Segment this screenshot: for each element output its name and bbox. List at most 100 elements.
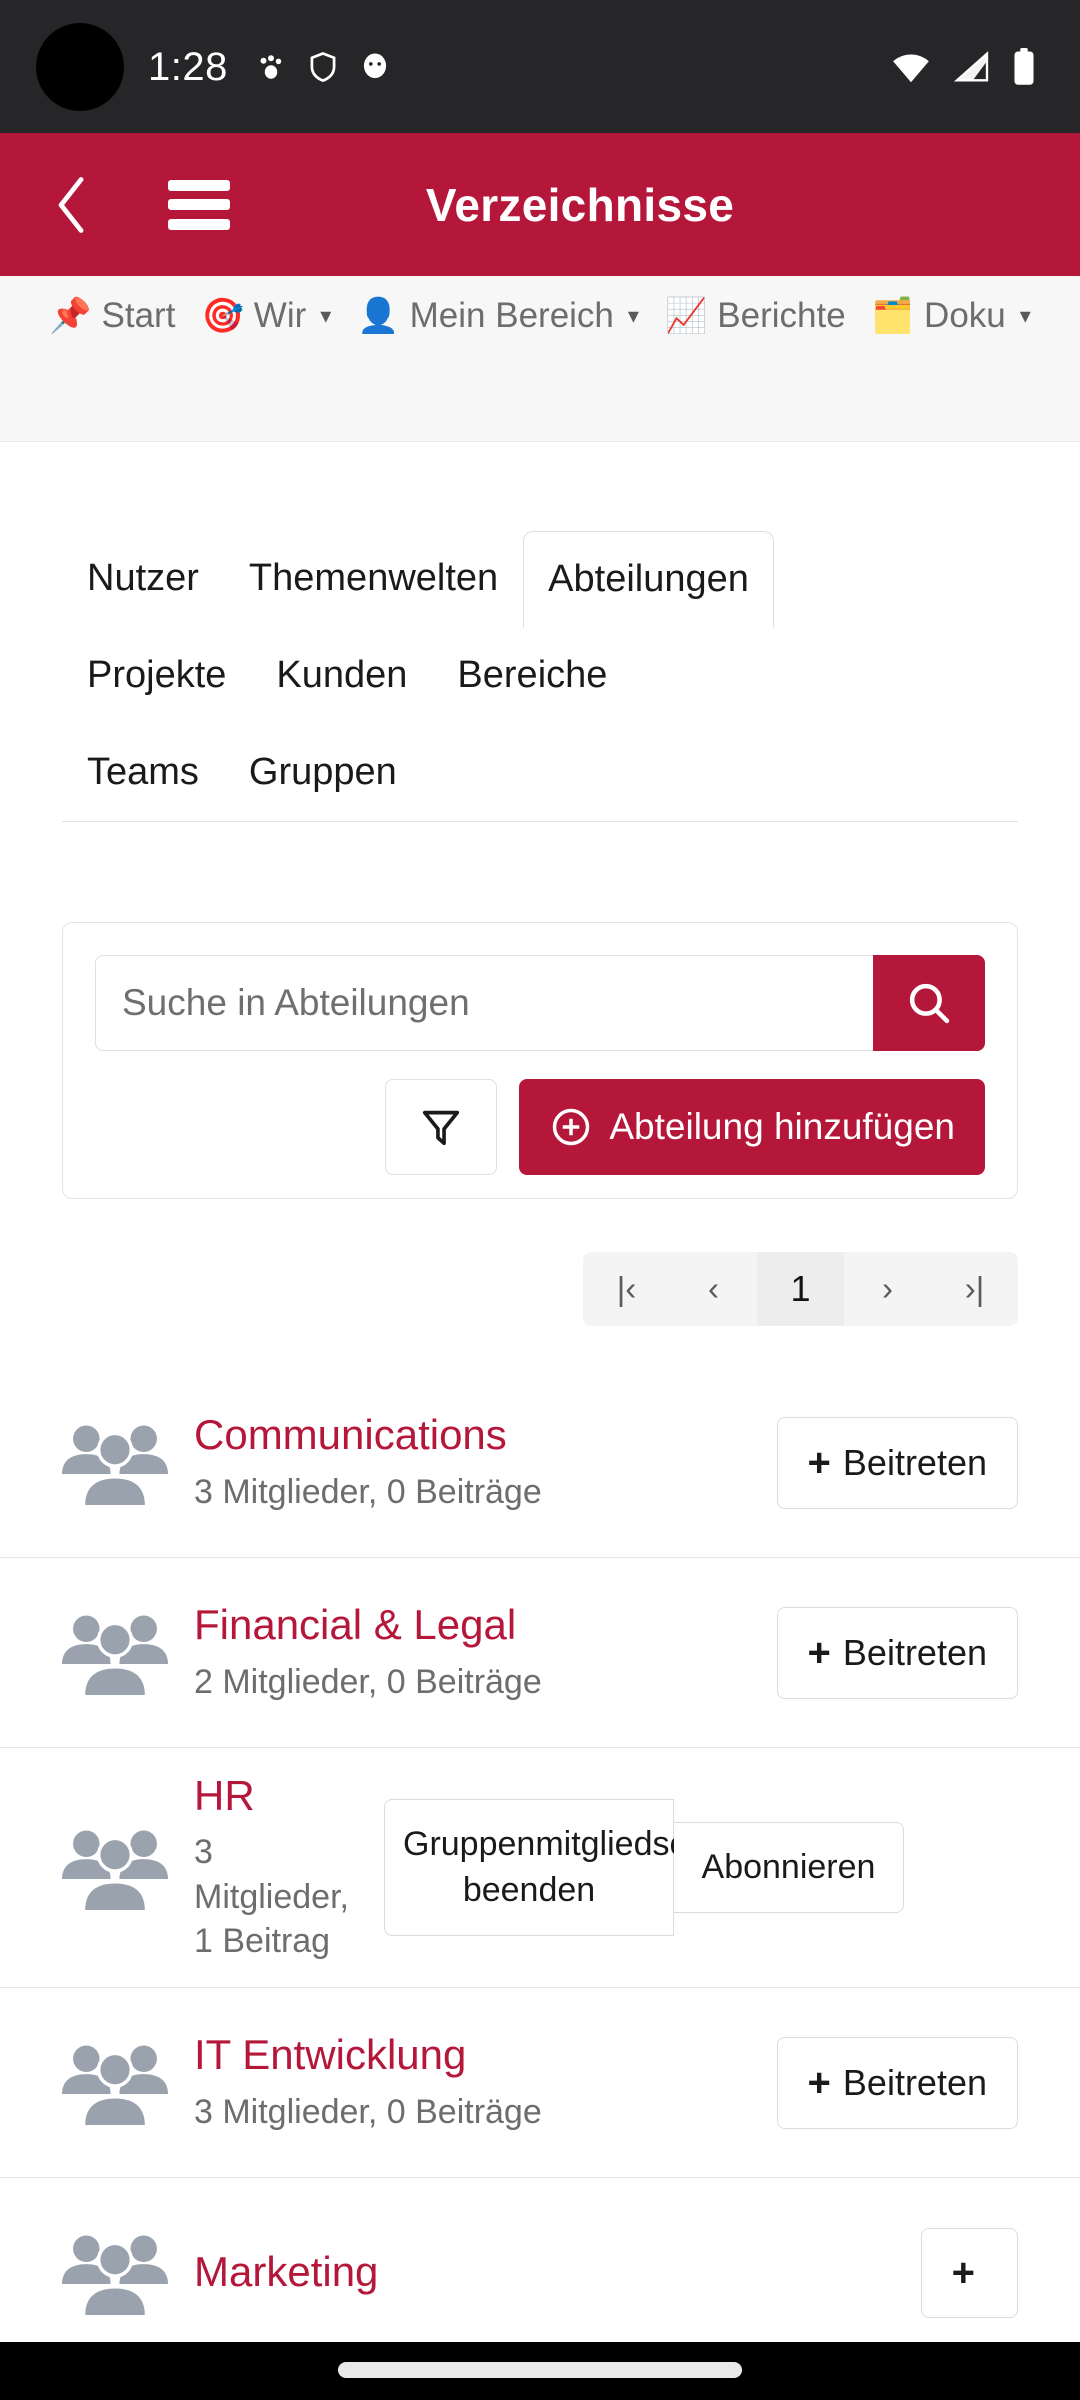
row-actions: + Beitreten: [776, 2036, 1018, 2129]
cellular-signal-icon: [953, 50, 989, 81]
nav-item-mein-bereich-label: Mein Bereich: [409, 296, 614, 335]
people-group-icon: [62, 2044, 168, 2125]
join-button-label: Beitreten: [842, 1441, 987, 1483]
nav-item-start[interactable]: 📌 Start: [41, 286, 183, 346]
leave-group-button[interactable]: Gruppenmitgliedschaft beenden: [384, 1798, 743, 1937]
chevron-down-icon: ▾: [320, 303, 332, 328]
battery-icon: [1014, 47, 1034, 85]
secondary-nav: 📌 Start 🎯 Wir ▾ 👤 Mein Bereich ▾ 📈 Beric…: [0, 276, 1080, 442]
row-title[interactable]: HR: [194, 1772, 372, 1820]
join-button-label: Beitreten: [842, 1631, 987, 1673]
add-department-label: Abteilung hinzufügen: [609, 1106, 955, 1147]
row-icon-wrap: [62, 1420, 194, 1506]
status-bar-clock: 1:28: [148, 44, 228, 89]
row-subtitle: 2 Mitglieder, 0 Beiträge: [194, 1662, 542, 1701]
row-text: Communications 3 Mitglieder, 0 Beiträge: [194, 1411, 777, 1513]
tab-bereiche[interactable]: Bereiche: [432, 627, 632, 724]
search-input[interactable]: Suche in Abteilungen: [95, 955, 873, 1051]
system-navigation-bar: [0, 2342, 1080, 2400]
row-title[interactable]: Financial & Legal: [194, 1601, 765, 1649]
subscribe-button[interactable]: Abonnieren: [674, 1821, 904, 1914]
row-text: HR 3 Mitglieder, 1 Beitrag: [194, 1772, 384, 1963]
pagination-next-button[interactable]: ›: [844, 1252, 931, 1326]
join-button[interactable]: +: [920, 2227, 1018, 2318]
row-actions: Gruppenmitgliedschaft beenden Abonnieren: [384, 1798, 904, 1937]
card-index-dividers-icon: 🗂️: [871, 297, 915, 335]
add-department-button[interactable]: Abteilung hinzufügen: [519, 1079, 985, 1175]
plus-circle-icon: [553, 1108, 590, 1146]
pagination-last-button[interactable]: ›|: [931, 1252, 1018, 1326]
chevron-down-icon: ▾: [627, 303, 639, 328]
gesture-pill[interactable]: [338, 2362, 742, 2378]
hamburger-menu-icon[interactable]: [168, 179, 230, 230]
tab-teams[interactable]: Teams: [62, 724, 224, 821]
row-actions: +: [920, 2227, 1018, 2318]
nav-item-mein-bereich[interactable]: 👤 Mein Bereich ▾: [349, 286, 647, 346]
table-row[interactable]: Communications 3 Mitglieder, 0 Beiträge …: [0, 1368, 1080, 1558]
chevron-down-icon: ▾: [1019, 303, 1031, 328]
row-icon-wrap: [62, 2230, 194, 2316]
pagination: |‹ ‹ 1 › ›|: [583, 1252, 1018, 1326]
filter-button[interactable]: [385, 1079, 498, 1175]
pagination-page-1[interactable]: 1: [757, 1252, 844, 1326]
nav-item-wir-label: Wir: [253, 296, 307, 335]
nav-item-berichte-label: Berichte: [717, 296, 846, 335]
join-button[interactable]: + Beitreten: [776, 1606, 1018, 1699]
back-button[interactable]: [44, 176, 100, 233]
nav-item-start-label: Start: [101, 296, 176, 335]
people-group-icon: [62, 1829, 168, 1910]
target-icon: 🎯: [201, 297, 244, 335]
row-title[interactable]: Marketing: [194, 2248, 909, 2296]
join-button[interactable]: + Beitreten: [776, 1416, 1018, 1509]
row-subtitle: 3 Mitglieder, 0 Beiträge: [194, 2092, 542, 2131]
tab-nutzer[interactable]: Nutzer: [62, 530, 224, 627]
search-icon: [909, 983, 950, 1024]
row-actions: + Beitreten: [776, 1416, 1018, 1509]
row-icon-wrap: [62, 1610, 194, 1696]
pagination-first-button[interactable]: |‹: [583, 1252, 670, 1326]
plus-icon: +: [807, 1630, 831, 1675]
row-text: Marketing: [194, 2248, 921, 2296]
table-row[interactable]: Financial & Legal 2 Mitglieder, 0 Beiträ…: [0, 1558, 1080, 1748]
search-submit-button[interactable]: [873, 955, 985, 1051]
camera-punch-hole: [36, 22, 124, 111]
plus-icon: +: [807, 1440, 831, 1485]
tab-gruppen[interactable]: Gruppen: [224, 724, 422, 821]
ghost-icon: [363, 52, 386, 78]
pagination-prev-button[interactable]: ‹: [670, 1252, 757, 1326]
page-title: Verzeichnisse: [425, 178, 735, 231]
chart-increasing-icon: 📈: [664, 297, 708, 335]
person-icon: 👤: [357, 297, 400, 335]
row-actions: + Beitreten: [776, 1606, 1018, 1699]
join-button-label: Beitreten: [842, 2061, 987, 2103]
nav-item-wir[interactable]: 🎯 Wir ▾: [193, 286, 339, 346]
table-row[interactable]: IT Entwicklung 3 Mitglieder, 0 Beiträge …: [0, 1988, 1080, 2178]
row-icon-wrap: [62, 2040, 194, 2126]
chevron-left-icon: [58, 176, 84, 233]
pushpin-icon: 📌: [49, 297, 92, 335]
plus-icon: +: [951, 2250, 975, 2295]
department-list: Communications 3 Mitglieder, 0 Beiträge …: [0, 1368, 1080, 2368]
people-group-icon: [62, 1424, 168, 1505]
nav-item-doku[interactable]: 🗂️ Doku ▾: [864, 286, 1039, 346]
join-button[interactable]: + Beitreten: [776, 2036, 1018, 2129]
table-row[interactable]: Marketing +: [0, 2178, 1080, 2368]
tab-themenwelten[interactable]: Themenwelten: [224, 530, 523, 627]
status-bar-system-icons: [890, 47, 1036, 86]
row-subtitle: 3 Mitglieder, 0 Beiträge: [194, 1472, 542, 1511]
row-title[interactable]: IT Entwicklung: [194, 2031, 765, 2079]
tab-abteilungen[interactable]: Abteilungen: [523, 531, 774, 628]
tab-projekte[interactable]: Projekte: [62, 627, 251, 724]
row-title[interactable]: Communications: [194, 1411, 765, 1459]
nav-item-berichte[interactable]: 📈 Berichte: [657, 286, 854, 346]
shield-icon: [310, 51, 336, 82]
row-icon-wrap: [62, 1825, 194, 1911]
search-panel: Suche in Abteilungen Abteilung hinzufüge…: [62, 922, 1018, 1199]
tab-kunden[interactable]: Kunden: [251, 627, 432, 724]
people-group-icon: [62, 2234, 168, 2315]
filter-funnel-icon: [423, 1110, 460, 1146]
nav-item-doku-label: Doku: [924, 296, 1006, 335]
status-bar-notification-icons: [256, 51, 390, 83]
status-bar: 1:28: [0, 0, 1080, 133]
table-row[interactable]: HR 3 Mitglieder, 1 Beitrag Gruppenmitgli…: [0, 1748, 1080, 1988]
